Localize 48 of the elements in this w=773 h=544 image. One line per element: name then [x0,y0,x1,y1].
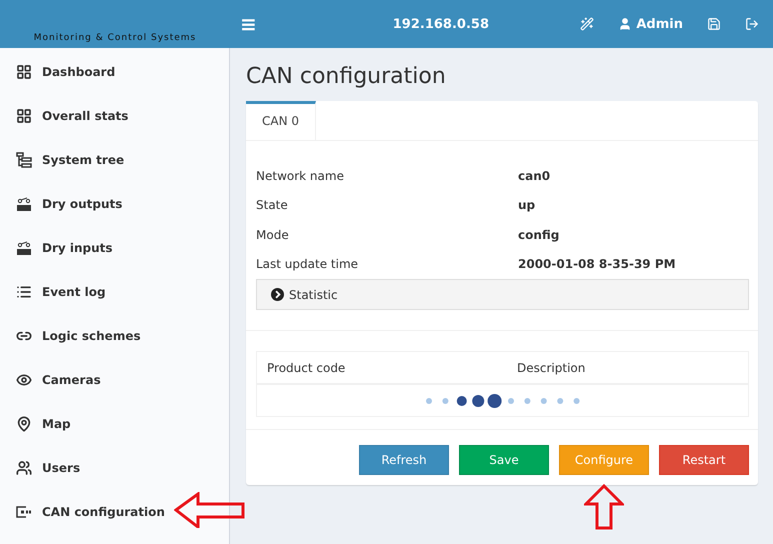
sidebar-item[interactable]: CAN configuration [0,490,229,534]
loading-dots-icon [424,392,580,408]
arrow-annotation [584,484,624,530]
field-label: Last update time [256,257,360,272]
logo-text: Monitoring & Control Systems [34,33,196,43]
sidebar-item[interactable]: Users [0,446,229,490]
field-label: Network name [256,168,345,183]
page-title: CAN configuration [246,64,447,89]
statistic-toggle[interactable]: Statistic [256,279,749,310]
field-label: State [256,198,289,212]
sidebar-item[interactable]: Dry outputs [0,182,229,226]
sidebar-item[interactable]: Dashboard [0,50,229,94]
action-button[interactable]: Refresh [359,445,449,475]
sidebar-item[interactable]: Logic schemes [0,314,229,358]
field-value: can0 [518,168,552,183]
switch-icon [16,240,32,256]
tab[interactable]: CAN 0 [246,101,316,140]
plug-icon [16,504,32,520]
logout-icon[interactable] [745,17,759,31]
wand-icon[interactable] [580,17,594,31]
map-pin-icon [16,416,32,432]
sidebar-item[interactable]: Dry inputs [0,226,229,270]
arrow-annotation [174,492,246,528]
address-text: 192.168.0.58 [392,16,490,32]
user-menu[interactable]: Admin [618,16,683,32]
sidebar-item[interactable]: Overall stats [0,94,229,138]
list-icon [16,284,32,300]
eye-icon [16,372,32,388]
switch-icon [16,196,32,212]
tree-icon [16,152,32,168]
column-header: Product code [267,360,346,374]
sidebar-item[interactable]: Map [0,402,229,446]
sidebar-item[interactable]: Cameras [0,358,229,402]
chevron-icon [271,288,284,301]
grid-icon [16,64,32,80]
grid-icon [16,108,32,124]
sidebar-item[interactable]: System tree [0,138,229,182]
action-button[interactable]: Restart [659,445,749,475]
save-icon[interactable] [707,17,721,31]
field-label: Mode [256,228,290,242]
field-value: config [518,228,560,242]
menu-icon[interactable]: ≡ [240,14,257,34]
field-value: 2000-01-08 8-35-39 PM [518,257,677,272]
field-value: up [518,198,536,212]
user-icon [618,17,632,31]
sidebar-item[interactable]: Event log [0,270,229,314]
users-icon [16,460,32,476]
column-header: Description [517,360,586,374]
